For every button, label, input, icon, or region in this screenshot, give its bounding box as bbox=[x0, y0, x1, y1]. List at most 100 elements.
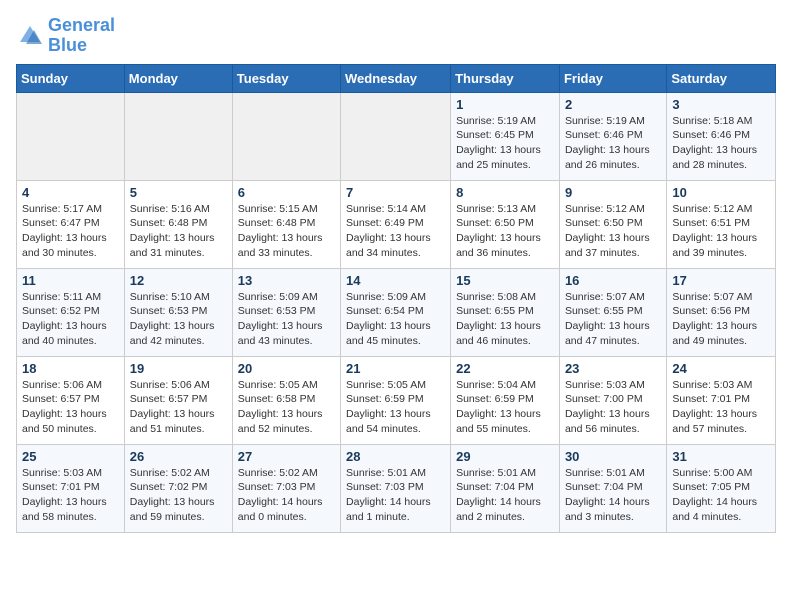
logo-text: General Blue bbox=[48, 16, 115, 56]
calendar-cell: 19 Sunrise: 5:06 AM Sunset: 6:57 PM Dayli… bbox=[124, 356, 232, 444]
day-info: Sunrise: 5:01 AM Sunset: 7:04 PM Dayligh… bbox=[565, 466, 661, 525]
day-number: 28 bbox=[346, 449, 445, 464]
calendar-cell: 12Sunrise: 5:10 AM Sunset: 6:53 PM Dayli… bbox=[124, 268, 232, 356]
day-info: Sunrise: 5:05 AM Sunset: 6:59 PM Dayligh… bbox=[346, 378, 445, 437]
day-info: Sunrise: 5:01 AM Sunset: 7:03 PM Dayligh… bbox=[346, 466, 445, 525]
day-number: 26 bbox=[130, 449, 227, 464]
page-header: General Blue bbox=[16, 16, 776, 56]
weekday-header-sunday: Sunday bbox=[17, 64, 125, 92]
day-info: Sunrise: 5:03 AM Sunset: 7:00 PM Dayligh… bbox=[565, 378, 661, 437]
day-number: 4 bbox=[22, 185, 119, 200]
calendar-cell: 20 Sunrise: 5:05 AM Sunset: 6:58 PM Dayli… bbox=[232, 356, 340, 444]
calendar-cell: 28 Sunrise: 5:01 AM Sunset: 7:03 PM Dayli… bbox=[341, 444, 451, 532]
calendar-cell: 14 Sunrise: 5:09 AM Sunset: 6:54 PM Dayli… bbox=[341, 268, 451, 356]
day-number: 30 bbox=[565, 449, 661, 464]
day-info: Sunrise: 5:07 AM Sunset: 6:56 PM Dayligh… bbox=[672, 290, 770, 349]
calendar-cell: 15 Sunrise: 5:08 AM Sunset: 6:55 PM Dayli… bbox=[451, 268, 560, 356]
calendar-cell: 21 Sunrise: 5:05 AM Sunset: 6:59 PM Dayli… bbox=[341, 356, 451, 444]
calendar-cell: 22 Sunrise: 5:04 AM Sunset: 6:59 PM Dayli… bbox=[451, 356, 560, 444]
calendar-cell: 24 Sunrise: 5:03 AM Sunset: 7:01 PM Dayli… bbox=[667, 356, 776, 444]
day-info: Sunrise: 5:03 AM Sunset: 7:01 PM Dayligh… bbox=[672, 378, 770, 437]
day-info: Sunrise: 5:15 AM Sunset: 6:48 PM Dayligh… bbox=[238, 202, 335, 261]
calendar-cell: 29 Sunrise: 5:01 AM Sunset: 7:04 PM Dayli… bbox=[451, 444, 560, 532]
day-info: Sunrise: 5:16 AM Sunset: 6:48 PM Dayligh… bbox=[130, 202, 227, 261]
day-info: Sunrise: 5:10 AM Sunset: 6:53 PM Dayligh… bbox=[130, 290, 227, 349]
day-info: Sunrise: 5:02 AM Sunset: 7:03 PM Dayligh… bbox=[238, 466, 335, 525]
day-number: 19 bbox=[130, 361, 227, 376]
day-info: Sunrise: 5:09 AM Sunset: 6:53 PM Dayligh… bbox=[238, 290, 335, 349]
day-number: 31 bbox=[672, 449, 770, 464]
calendar-cell bbox=[17, 92, 125, 180]
day-number: 29 bbox=[456, 449, 554, 464]
day-info: Sunrise: 5:08 AM Sunset: 6:55 PM Dayligh… bbox=[456, 290, 554, 349]
calendar-cell: 18Sunrise: 5:06 AM Sunset: 6:57 PM Dayli… bbox=[17, 356, 125, 444]
day-info: Sunrise: 5:18 AM Sunset: 6:46 PM Dayligh… bbox=[672, 114, 770, 173]
calendar-cell: 26 Sunrise: 5:02 AM Sunset: 7:02 PM Dayli… bbox=[124, 444, 232, 532]
day-number: 2 bbox=[565, 97, 661, 112]
calendar-cell: 16 Sunrise: 5:07 AM Sunset: 6:55 PM Dayli… bbox=[559, 268, 666, 356]
day-info: Sunrise: 5:04 AM Sunset: 6:59 PM Dayligh… bbox=[456, 378, 554, 437]
day-number: 3 bbox=[672, 97, 770, 112]
day-number: 23 bbox=[565, 361, 661, 376]
calendar-cell: 25 Sunrise: 5:03 AM Sunset: 7:01 PM Dayli… bbox=[17, 444, 125, 532]
day-info: Sunrise: 5:03 AM Sunset: 7:01 PM Dayligh… bbox=[22, 466, 119, 525]
calendar-cell: 1Sunrise: 5:19 AM Sunset: 6:45 PM Daylig… bbox=[451, 92, 560, 180]
weekday-header-thursday: Thursday bbox=[451, 64, 560, 92]
day-number: 14 bbox=[346, 273, 445, 288]
day-number: 6 bbox=[238, 185, 335, 200]
calendar-cell bbox=[341, 92, 451, 180]
day-info: Sunrise: 5:07 AM Sunset: 6:55 PM Dayligh… bbox=[565, 290, 661, 349]
calendar-cell: 6 Sunrise: 5:15 AM Sunset: 6:48 PM Daylig… bbox=[232, 180, 340, 268]
day-info: Sunrise: 5:12 AM Sunset: 6:50 PM Dayligh… bbox=[565, 202, 661, 261]
day-number: 20 bbox=[238, 361, 335, 376]
weekday-header-tuesday: Tuesday bbox=[232, 64, 340, 92]
calendar-cell: 13 Sunrise: 5:09 AM Sunset: 6:53 PM Dayli… bbox=[232, 268, 340, 356]
day-number: 7 bbox=[346, 185, 445, 200]
calendar-cell: 10Sunrise: 5:12 AM Sunset: 6:51 PM Dayli… bbox=[667, 180, 776, 268]
day-info: Sunrise: 5:01 AM Sunset: 7:04 PM Dayligh… bbox=[456, 466, 554, 525]
calendar-cell: 11 Sunrise: 5:11 AM Sunset: 6:52 PM Dayli… bbox=[17, 268, 125, 356]
calendar-cell: 3 Sunrise: 5:18 AM Sunset: 6:46 PM Daylig… bbox=[667, 92, 776, 180]
day-info: Sunrise: 5:11 AM Sunset: 6:52 PM Dayligh… bbox=[22, 290, 119, 349]
day-number: 8 bbox=[456, 185, 554, 200]
calendar-cell: 2Sunrise: 5:19 AM Sunset: 6:46 PM Daylig… bbox=[559, 92, 666, 180]
calendar-cell: 17 Sunrise: 5:07 AM Sunset: 6:56 PM Dayli… bbox=[667, 268, 776, 356]
day-info: Sunrise: 5:00 AM Sunset: 7:05 PM Dayligh… bbox=[672, 466, 770, 525]
weekday-header-saturday: Saturday bbox=[667, 64, 776, 92]
calendar-cell: 31 Sunrise: 5:00 AM Sunset: 7:05 PM Dayli… bbox=[667, 444, 776, 532]
day-number: 25 bbox=[22, 449, 119, 464]
calendar-cell: 7 Sunrise: 5:14 AM Sunset: 6:49 PM Daylig… bbox=[341, 180, 451, 268]
calendar-cell: 5 Sunrise: 5:16 AM Sunset: 6:48 PM Daylig… bbox=[124, 180, 232, 268]
logo-icon bbox=[16, 22, 44, 50]
day-number: 27 bbox=[238, 449, 335, 464]
day-info: Sunrise: 5:13 AM Sunset: 6:50 PM Dayligh… bbox=[456, 202, 554, 261]
calendar-table: SundayMondayTuesdayWednesdayThursdayFrid… bbox=[16, 64, 776, 533]
day-number: 21 bbox=[346, 361, 445, 376]
calendar-cell: 23 Sunrise: 5:03 AM Sunset: 7:00 PM Dayli… bbox=[559, 356, 666, 444]
day-info: Sunrise: 5:14 AM Sunset: 6:49 PM Dayligh… bbox=[346, 202, 445, 261]
day-number: 11 bbox=[22, 273, 119, 288]
day-info: Sunrise: 5:02 AM Sunset: 7:02 PM Dayligh… bbox=[130, 466, 227, 525]
day-info: Sunrise: 5:19 AM Sunset: 6:45 PM Dayligh… bbox=[456, 114, 554, 173]
day-info: Sunrise: 5:06 AM Sunset: 6:57 PM Dayligh… bbox=[22, 378, 119, 437]
day-number: 22 bbox=[456, 361, 554, 376]
logo: General Blue bbox=[16, 16, 115, 56]
calendar-cell bbox=[232, 92, 340, 180]
day-number: 5 bbox=[130, 185, 227, 200]
calendar-cell: 9Sunrise: 5:12 AM Sunset: 6:50 PM Daylig… bbox=[559, 180, 666, 268]
day-number: 24 bbox=[672, 361, 770, 376]
calendar-cell: 30 Sunrise: 5:01 AM Sunset: 7:04 PM Dayli… bbox=[559, 444, 666, 532]
day-number: 10 bbox=[672, 185, 770, 200]
day-info: Sunrise: 5:06 AM Sunset: 6:57 PM Dayligh… bbox=[130, 378, 227, 437]
calendar-cell: 4 Sunrise: 5:17 AM Sunset: 6:47 PM Daylig… bbox=[17, 180, 125, 268]
day-number: 15 bbox=[456, 273, 554, 288]
day-info: Sunrise: 5:05 AM Sunset: 6:58 PM Dayligh… bbox=[238, 378, 335, 437]
calendar-cell: 27 Sunrise: 5:02 AM Sunset: 7:03 PM Dayli… bbox=[232, 444, 340, 532]
calendar-cell bbox=[124, 92, 232, 180]
day-info: Sunrise: 5:09 AM Sunset: 6:54 PM Dayligh… bbox=[346, 290, 445, 349]
calendar-cell: 8 Sunrise: 5:13 AM Sunset: 6:50 PM Daylig… bbox=[451, 180, 560, 268]
day-info: Sunrise: 5:17 AM Sunset: 6:47 PM Dayligh… bbox=[22, 202, 119, 261]
day-number: 17 bbox=[672, 273, 770, 288]
day-number: 13 bbox=[238, 273, 335, 288]
day-number: 16 bbox=[565, 273, 661, 288]
